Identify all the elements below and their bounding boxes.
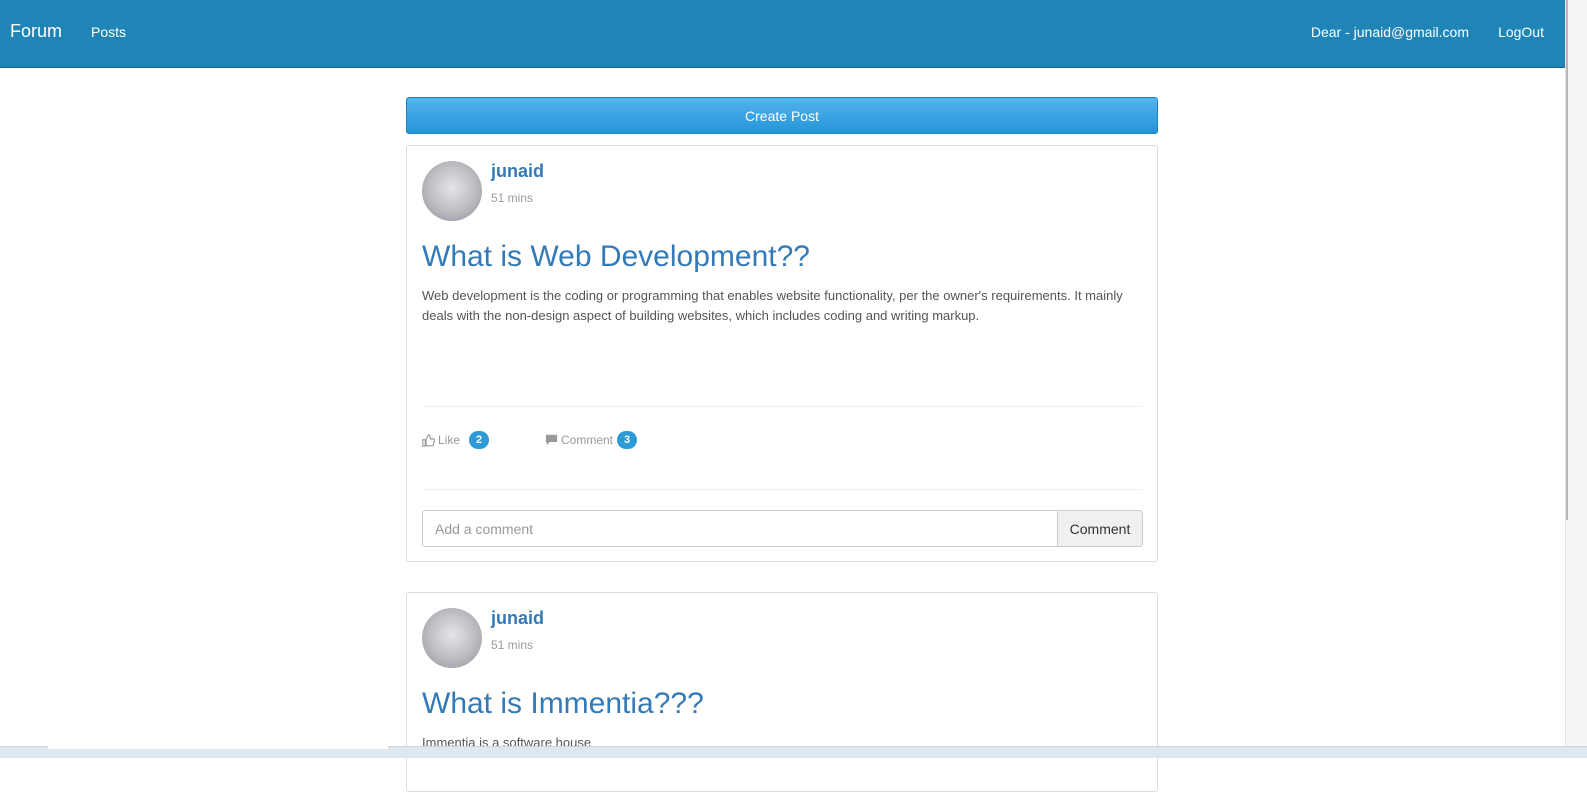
brand-link[interactable]: Forum (10, 21, 62, 42)
post-title[interactable]: What is Immentia??? (422, 687, 704, 721)
bottom-bar-segment (48, 746, 388, 749)
comment-input[interactable] (422, 510, 1058, 547)
submit-comment-button[interactable]: Comment (1057, 510, 1143, 547)
post-card: junaid 51 mins What is Immentia??? Immen… (406, 592, 1158, 792)
divider (422, 489, 1142, 490)
logout-link[interactable]: LogOut (1498, 24, 1544, 40)
user-greeting-link[interactable]: Dear - junaid@gmail.com (1311, 24, 1469, 40)
top-navbar: Forum Posts Dear - junaid@gmail.com LogO… (0, 0, 1565, 68)
thumbs-up-icon (422, 433, 435, 447)
comment-count-badge: 3 (617, 431, 638, 449)
post-card: junaid 51 mins What is Web Development??… (406, 145, 1158, 562)
comment-toggle-button[interactable]: Comment 3 (545, 431, 638, 449)
scrollbar-thumb[interactable] (1566, 0, 1568, 520)
avatar (422, 608, 482, 668)
post-time: 51 mins (491, 191, 534, 205)
create-post-button[interactable]: Create Post (406, 97, 1158, 134)
post-author[interactable]: junaid (491, 161, 544, 182)
like-count-badge: 2 (469, 431, 490, 449)
comment-label: Comment (561, 433, 614, 447)
vertical-scrollbar[interactable] (1565, 0, 1587, 746)
post-time: 51 mins (491, 638, 534, 652)
post-author[interactable]: junaid (491, 608, 544, 629)
avatar (422, 161, 482, 221)
comment-icon (545, 434, 558, 446)
divider (422, 406, 1142, 407)
like-label: Like (438, 433, 461, 447)
post-title[interactable]: What is Web Development?? (422, 240, 810, 274)
nav-posts-link[interactable]: Posts (91, 24, 126, 40)
like-button[interactable]: Like 2 (422, 431, 490, 449)
post-body: Web development is the coding or program… (422, 288, 1123, 323)
